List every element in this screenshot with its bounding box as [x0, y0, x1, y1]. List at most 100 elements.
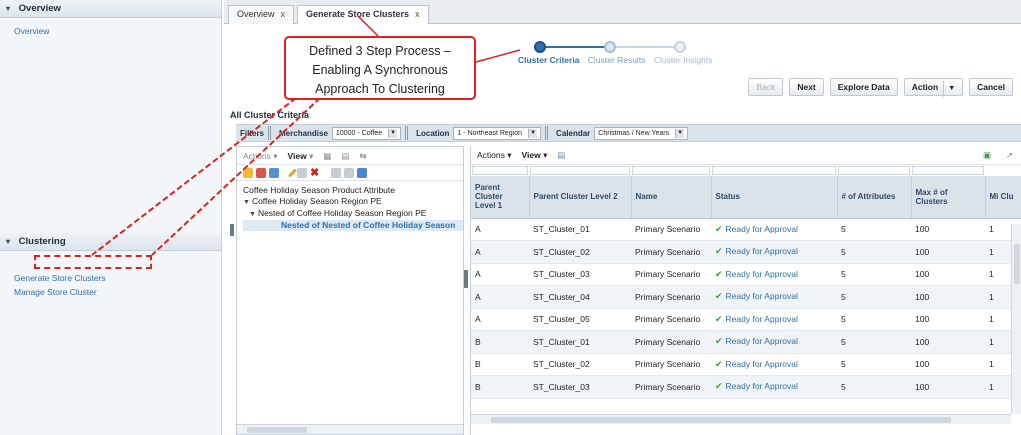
cluster-grid-panel: Actions ▾ View ▾ ▤ ▣ ↗ Parent Cluster Le…: [470, 146, 1021, 435]
step-cluster-criteria-dot[interactable]: [534, 41, 546, 53]
column-header[interactable]: Mi Clu: [985, 176, 1021, 219]
table-row[interactable]: B ST_Cluster_03 Primary Scenario ✔ Ready for…: [471, 375, 1021, 399]
table-cell: A: [471, 218, 529, 241]
manage-store-cluster-link[interactable]: Manage Store Cluster: [0, 285, 221, 299]
tree-actions-menu[interactable]: Actions ▾: [243, 147, 278, 164]
column-header[interactable]: Name: [631, 176, 712, 219]
table-cell: A: [471, 285, 529, 309]
table-cell: 5: [837, 308, 911, 331]
generate-store-clusters-link[interactable]: Generate Store Clusters: [0, 271, 221, 285]
step-label-insights[interactable]: Cluster Insights: [654, 55, 713, 65]
divider: [405, 126, 409, 140]
calendar-value: Christmas / New Years: [598, 129, 670, 137]
import-icon[interactable]: [269, 167, 279, 178]
delete-icon[interactable]: ✖: [310, 167, 319, 178]
tree-item-expandable[interactable]: ▼ Nested of Coffee Holiday Season Region …: [243, 208, 463, 220]
table-row[interactable]: A ST_Cluster_03 Primary Scenario ✔ Ready for…: [471, 263, 1021, 286]
column-header[interactable]: Max # of Clusters: [911, 176, 986, 219]
table-cell: A: [471, 308, 529, 331]
table-row[interactable]: A ST_Cluster_02 Primary Scenario ✔ Ready for…: [471, 240, 1021, 264]
table-cell: 5: [837, 240, 911, 264]
chevron-down-icon[interactable]: ▼: [243, 199, 250, 206]
next-button[interactable]: Next: [789, 78, 824, 96]
explore-data-button[interactable]: Explore Data: [829, 78, 898, 96]
location-select[interactable]: 1 - Northeast Region ▼: [453, 126, 542, 140]
save-icon[interactable]: [357, 167, 368, 178]
add-group-icon[interactable]: [256, 167, 266, 178]
filter-input[interactable]: [472, 166, 528, 175]
freeze-icon[interactable]: ▦: [323, 147, 331, 164]
collapse-icon[interactable]: [344, 167, 355, 178]
expand-icon[interactable]: ↗: [1006, 146, 1013, 164]
tree-horizontal-scrollbar[interactable]: [237, 424, 463, 434]
close-icon[interactable]: x: [281, 9, 286, 19]
close-icon[interactable]: x: [415, 9, 420, 19]
step-cluster-results-dot[interactable]: [604, 41, 616, 53]
filter-input[interactable]: [530, 166, 630, 175]
detach-icon[interactable]: ▤: [341, 147, 349, 164]
table-cell: ✔ Ready for Approval: [711, 330, 837, 354]
filter-input[interactable]: [632, 166, 710, 175]
action-label: Action: [911, 82, 939, 92]
tree-item-expandable[interactable]: ▼ Coffee Holiday Season Region PE: [243, 196, 463, 208]
table-cell: Primary Scenario: [631, 285, 711, 309]
grid-vertical-scrollbar[interactable]: [1011, 224, 1021, 414]
filter-input[interactable]: [838, 166, 910, 175]
overview-link[interactable]: Overview: [0, 24, 221, 38]
nav-splitter-handle[interactable]: [230, 224, 234, 236]
expand-icon[interactable]: [331, 167, 342, 178]
table-row[interactable]: B ST_Cluster_01 Primary Scenario ✔ Ready for…: [471, 330, 1021, 354]
table-cell: 5: [837, 285, 911, 309]
add-criteria-icon[interactable]: [243, 167, 253, 178]
filter-input[interactable]: [712, 166, 836, 175]
back-button[interactable]: Back: [748, 78, 784, 96]
tree-item[interactable]: Coffee Holiday Season Product Attribute: [243, 185, 463, 196]
tree-icon-toolbar: ✖: [237, 165, 463, 181]
status-text: Ready for Approval: [725, 268, 798, 279]
clustering-section-header[interactable]: ▾ Clustering: [0, 233, 221, 251]
column-header[interactable]: Parent Cluster Level 2: [529, 176, 632, 219]
filter-input[interactable]: [912, 166, 984, 175]
table-row[interactable]: A ST_Cluster_05 Primary Scenario ✔ Ready for…: [471, 308, 1021, 331]
wrap-icon[interactable]: ⇆: [359, 147, 366, 164]
detach-icon[interactable]: ▤: [557, 146, 565, 164]
table-row[interactable]: A ST_Cluster_04 Primary Scenario ✔ Ready for…: [471, 285, 1021, 309]
calendar-select[interactable]: Christmas / New Years ▼: [594, 126, 689, 140]
copy-icon[interactable]: [297, 167, 307, 178]
grid-view-menu[interactable]: View ▾: [522, 146, 548, 164]
panel-splitter-handle[interactable]: [464, 270, 468, 288]
scrollbar-thumb[interactable]: [1014, 244, 1020, 284]
overview-section-header[interactable]: ▾ Overview: [0, 0, 221, 18]
status-ok-icon: ✔: [715, 246, 723, 257]
tab-bar: Overview x Generate Store Clusters x: [224, 0, 1021, 24]
table-cell: ST_Cluster_02: [529, 240, 631, 264]
tab-generate-store-clusters[interactable]: Generate Store Clusters x: [297, 5, 429, 24]
scrollbar-thumb[interactable]: [491, 417, 951, 423]
step-label-criteria[interactable]: Cluster Criteria: [518, 55, 579, 65]
table-cell: 100: [911, 218, 985, 241]
column-header[interactable]: Parent Cluster Level 1: [471, 176, 530, 219]
table-cell: Primary Scenario: [631, 240, 711, 264]
scrollbar-thumb[interactable]: [247, 427, 307, 433]
section-title: All Cluster Criteria: [230, 110, 310, 120]
column-header[interactable]: # of Attributes: [837, 176, 912, 219]
tree-item-selected[interactable]: Nested of Nested of Coffee Holiday Seaso…: [243, 220, 463, 231]
tab-overview[interactable]: Overview x: [228, 5, 295, 24]
table-row[interactable]: B ST_Cluster_02 Primary Scenario ✔ Ready for…: [471, 353, 1021, 376]
tree-view-menu[interactable]: View ▾: [288, 147, 314, 164]
cancel-button[interactable]: Cancel: [969, 78, 1013, 96]
action-menu-button[interactable]: Action ▼: [903, 78, 964, 97]
column-header[interactable]: Status: [711, 176, 838, 219]
step-label-results[interactable]: Cluster Results: [588, 55, 646, 65]
step-cluster-insights-dot[interactable]: [674, 41, 686, 53]
chevron-down-icon[interactable]: ▼: [249, 211, 256, 218]
merchandise-select[interactable]: 10000 - Coffee ▼: [331, 126, 402, 140]
merchandise-label: Merchandise: [279, 128, 328, 138]
grid-horizontal-scrollbar[interactable]: [471, 414, 1011, 424]
grid-actions-menu[interactable]: Actions ▾: [477, 146, 512, 164]
table-cell: ST_Cluster_01: [529, 218, 631, 241]
table-row[interactable]: A ST_Cluster_01 Primary Scenario ✔ Ready for…: [471, 218, 1021, 241]
export-icon[interactable]: ▣: [983, 146, 991, 164]
edit-icon[interactable]: [287, 167, 298, 178]
table-cell: 100: [911, 330, 985, 354]
